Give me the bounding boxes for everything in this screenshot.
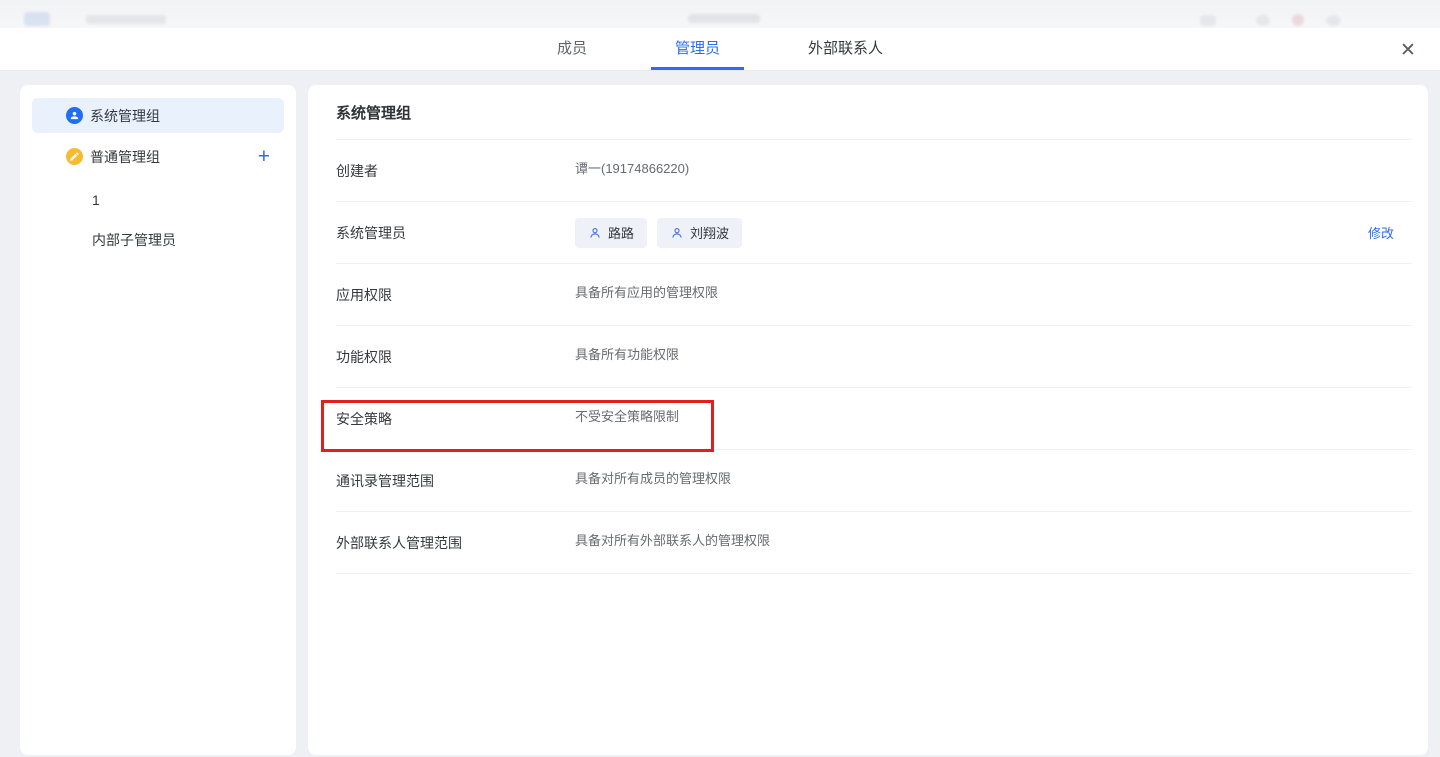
row-contacts-scope: 通讯录管理范围 具备对所有成员的管理权限 — [336, 450, 1412, 512]
background-toolbar-icon — [1326, 15, 1341, 26]
row-function-permissions: 功能权限 具备所有功能权限 — [336, 326, 1412, 388]
background-company-name — [86, 15, 166, 24]
admin-chip[interactable]: 刘翔波 — [657, 218, 742, 248]
person-outline-icon — [670, 226, 684, 240]
background-toolbar-icon — [1256, 15, 1270, 26]
sidebar-item-label: 系统管理组 — [90, 106, 160, 126]
row-security-policy: 安全策略 不受安全策略限制 — [336, 388, 1412, 450]
tab-external-contacts[interactable]: 外部联系人 — [784, 28, 907, 70]
screen: 成员 管理员 外部联系人 ✕ 系统管理组 普通 — [0, 0, 1440, 757]
modify-link[interactable]: 修改 — [1368, 223, 1394, 242]
row-label: 安全策略 — [336, 409, 575, 429]
row-label: 功能权限 — [336, 347, 575, 367]
add-admin-group-icon[interactable]: + — [258, 146, 270, 167]
row-value: 不受安全策略限制 — [575, 406, 679, 425]
background-avatar-icon — [1292, 14, 1304, 26]
tab-members[interactable]: 成员 — [533, 28, 611, 70]
admin-chip-list: 路路 刘翔波 — [575, 218, 742, 248]
row-label: 系统管理员 — [336, 223, 575, 243]
row-label: 外部联系人管理范围 — [336, 533, 575, 553]
panel-title: 系统管理组 — [336, 85, 1412, 140]
row-value: 具备所有功能权限 — [575, 344, 679, 363]
row-label: 创建者 — [336, 161, 575, 181]
admin-group-sidebar: 系统管理组 普通管理组 + 1 内部子管理员 — [20, 85, 296, 755]
row-value: 具备所有应用的管理权限 — [575, 282, 718, 301]
row-creator: 创建者 谭一(19174866220) — [336, 140, 1412, 202]
row-app-permissions: 应用权限 具备所有应用的管理权限 — [336, 264, 1412, 326]
admin-person-icon — [66, 107, 83, 124]
sidebar-item-label: 普通管理组 — [90, 147, 160, 167]
admin-group-detail-panel: 系统管理组 创建者 谭一(19174866220) 系统管理员 路路 — [308, 85, 1428, 755]
background-logo — [24, 12, 50, 26]
contacts-admin-modal: 成员 管理员 外部联系人 ✕ 系统管理组 普通 — [0, 28, 1440, 757]
admin-chip-name: 刘翔波 — [690, 223, 729, 242]
pencil-icon — [66, 148, 83, 165]
row-label: 通讯录管理范围 — [336, 471, 575, 491]
modal-tabbar: 成员 管理员 外部联系人 ✕ — [0, 28, 1440, 71]
row-value: 具备对所有成员的管理权限 — [575, 468, 731, 487]
background-page-topbar — [0, 0, 1440, 28]
row-value: 具备对所有外部联系人的管理权限 — [575, 530, 770, 549]
modal-body: 系统管理组 普通管理组 + 1 内部子管理员 系统管理组 创建者 谭一(1917… — [0, 71, 1440, 757]
row-label: 应用权限 — [336, 285, 575, 305]
sidebar-subitem-1[interactable]: 1 — [32, 180, 284, 220]
close-icon[interactable]: ✕ — [1394, 36, 1422, 64]
person-outline-icon — [588, 226, 602, 240]
row-system-admins: 系统管理员 路路 刘翔波 修改 — [336, 202, 1412, 264]
sidebar-item-system-admin-group[interactable]: 系统管理组 — [32, 98, 284, 133]
background-toolbar-icon — [1200, 15, 1216, 26]
tab-administrators[interactable]: 管理员 — [651, 28, 744, 70]
admin-chip-name: 路路 — [608, 223, 634, 242]
admin-chip[interactable]: 路路 — [575, 218, 647, 248]
sidebar-item-normal-admin-group[interactable]: 普通管理组 + — [32, 139, 284, 174]
sidebar-subitem-internal-sub-admin[interactable]: 内部子管理员 — [32, 220, 284, 260]
tab-group: 成员 管理员 外部联系人 — [533, 28, 907, 70]
row-external-contacts-scope: 外部联系人管理范围 具备对所有外部联系人的管理权限 — [336, 512, 1412, 574]
background-page-title — [688, 14, 760, 23]
row-value: 谭一(19174866220) — [575, 158, 689, 177]
